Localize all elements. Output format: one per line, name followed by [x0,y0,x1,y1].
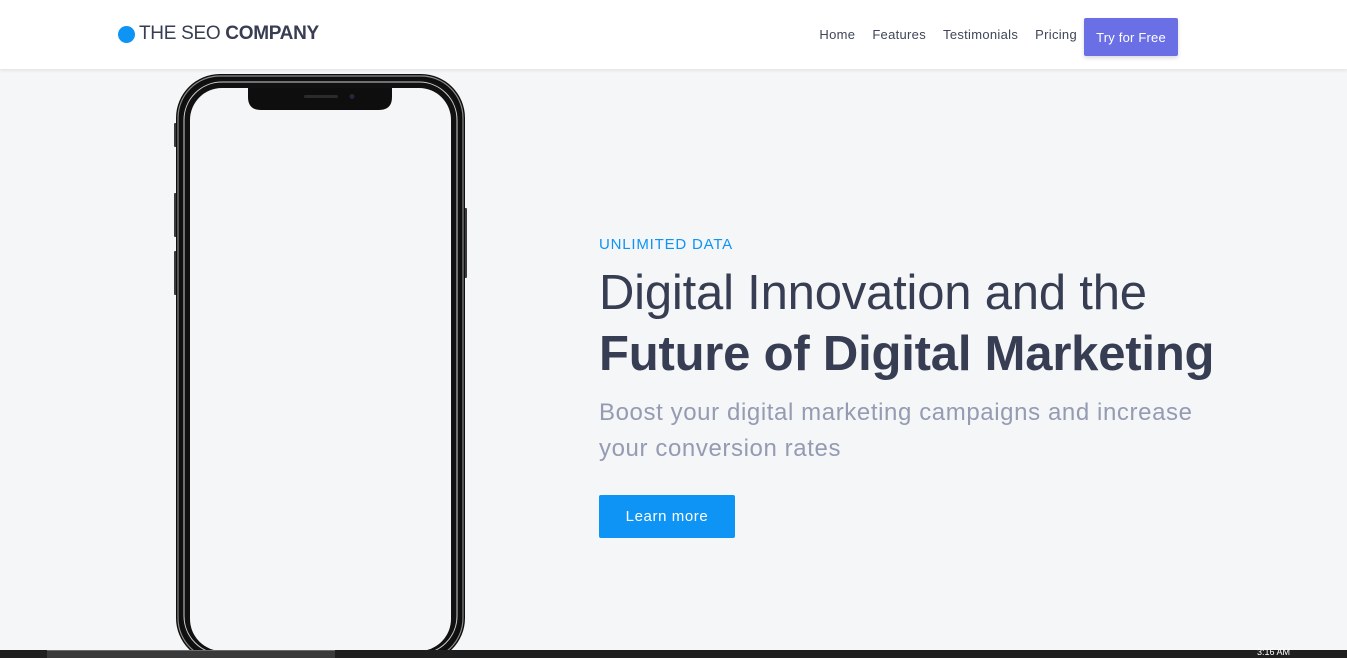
taskbar-clock: 3:16 AM [1257,647,1291,657]
taskbar-active-app[interactable] [47,650,335,658]
nav-link-pricing[interactable]: Pricing [1035,27,1077,42]
hero-section: UNLIMITED DATA Digital Innovation and th… [599,236,1279,538]
brand-name: THE SEO COMPANY [139,23,319,45]
nav-link-home[interactable]: Home [819,27,855,42]
nav-link-testimonials[interactable]: Testimonials [943,27,1018,42]
hero-headline: Digital Innovation and the Future of Dig… [599,263,1279,385]
phone-mockup-image [174,73,467,658]
nav-menu: Home Features Testimonials Pricing [819,27,1077,42]
brand-name-light: THE SEO [139,23,226,44]
os-taskbar: 3:16 AM [0,647,1347,658]
brand-dot-icon [118,25,135,43]
hero-eyebrow: UNLIMITED DATA [599,236,733,253]
brand-name-bold: COMPANY [225,23,319,44]
headline-bold: Future of Digital Marketing [599,327,1215,381]
learn-more-button[interactable]: Learn more [599,495,735,538]
nav-link-features[interactable]: Features [872,27,926,42]
try-for-free-button[interactable]: Try for Free [1084,18,1178,56]
top-navbar: THE SEO COMPANY Home Features Testimonia… [0,0,1347,69]
hero-subtext: Boost your digital marketing campaigns a… [599,399,1193,462]
brand-logo[interactable]: THE SEO COMPANY [118,23,319,45]
headline-light: Digital Innovation and the [599,266,1147,320]
